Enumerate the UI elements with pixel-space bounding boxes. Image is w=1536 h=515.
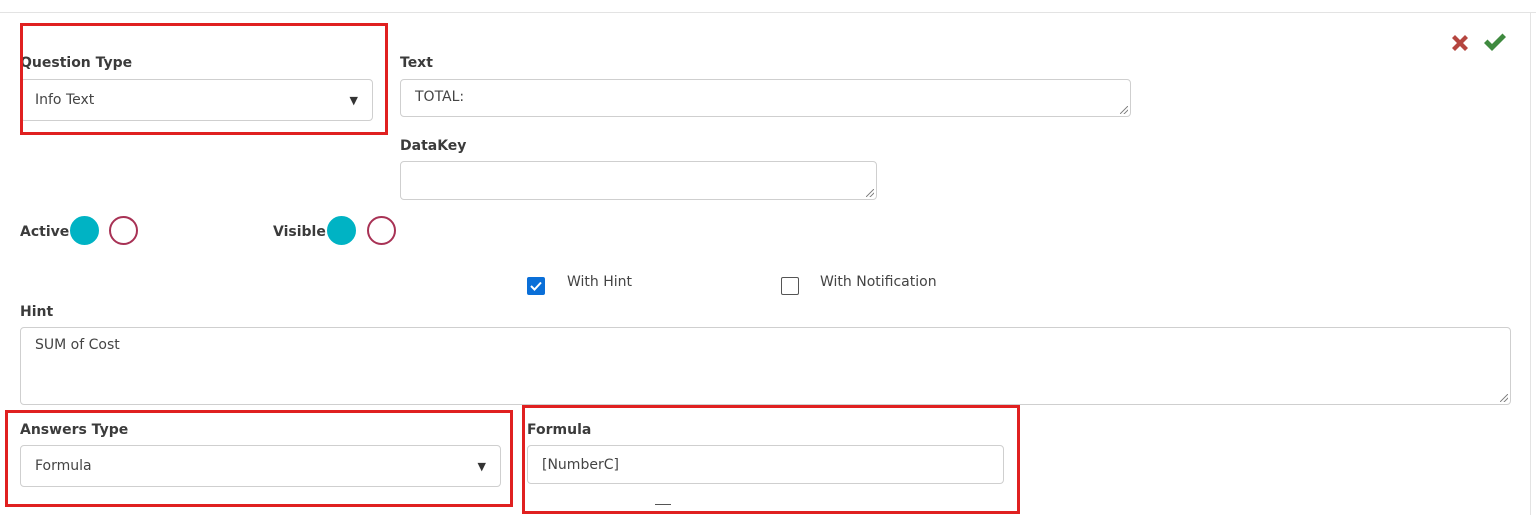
checkmark-icon <box>530 281 542 291</box>
resize-handle-icon[interactable] <box>1120 106 1128 114</box>
datakey-label: DataKey <box>400 138 467 154</box>
highlight-formula <box>522 405 1020 514</box>
visible-label: Visible <box>273 224 326 240</box>
right-divider <box>1530 12 1531 515</box>
question-editor: Question Type Info Text ▼ Text TOTAL: Da… <box>0 0 1536 515</box>
checkmark-icon <box>1484 33 1506 51</box>
top-divider <box>0 12 1536 13</box>
active-radio-on[interactable] <box>70 216 99 245</box>
text-textarea[interactable]: TOTAL: <box>400 79 1131 117</box>
hint-value: SUM of Cost <box>35 337 120 353</box>
confirm-button[interactable] <box>1482 30 1506 54</box>
resize-handle-icon[interactable] <box>1500 394 1508 402</box>
highlight-question-type <box>20 23 388 135</box>
cancel-button[interactable] <box>1448 31 1472 55</box>
hint-textarea[interactable]: SUM of Cost <box>20 327 1511 405</box>
close-icon <box>1452 35 1468 51</box>
with-hint-checkbox[interactable] <box>527 277 545 295</box>
visible-radio-off[interactable] <box>367 216 396 245</box>
active-radio-off[interactable] <box>109 216 138 245</box>
text-value: TOTAL: <box>415 89 465 105</box>
text-label: Text <box>400 55 433 71</box>
hint-label: Hint <box>20 304 54 320</box>
active-label: Active <box>20 224 70 240</box>
highlight-answers-type <box>5 410 513 507</box>
with-notification-label: With Notification <box>820 274 937 290</box>
with-notification-checkbox[interactable] <box>781 277 799 295</box>
with-hint-label: With Hint <box>567 274 633 290</box>
visible-radio-on[interactable] <box>327 216 356 245</box>
resize-handle-icon[interactable] <box>866 189 874 197</box>
datakey-textarea[interactable] <box>400 161 877 200</box>
